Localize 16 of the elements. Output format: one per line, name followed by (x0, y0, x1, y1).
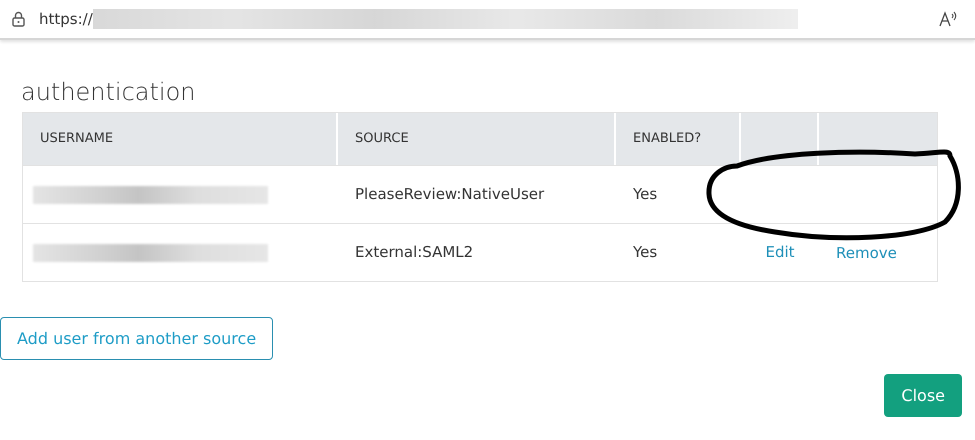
table-cell-text: PleaseReview:NativeUser (354, 184, 546, 206)
lock-icon (12, 11, 25, 27)
column-header: SOURCE (355, 130, 409, 148)
table-cell-text: Yes (632, 242, 658, 264)
read-aloud-icon[interactable] (939, 11, 959, 27)
column-header: USERNAME (40, 130, 114, 148)
address-bar[interactable]: https:// (0, 0, 975, 40)
table-cell-text: External:SAML2 (354, 242, 474, 264)
close-button[interactable]: Close (884, 374, 962, 417)
url-text: https:// (39, 8, 93, 30)
edit-link[interactable]: Edit (765, 241, 795, 264)
column-header: ENABLED? (633, 130, 702, 148)
remove-link[interactable]: Remove (836, 244, 897, 262)
dialog-title: authentication (21, 77, 196, 108)
table-cell-text: Yes (632, 184, 658, 206)
add-user-button[interactable]: Add user from another source (0, 317, 274, 360)
